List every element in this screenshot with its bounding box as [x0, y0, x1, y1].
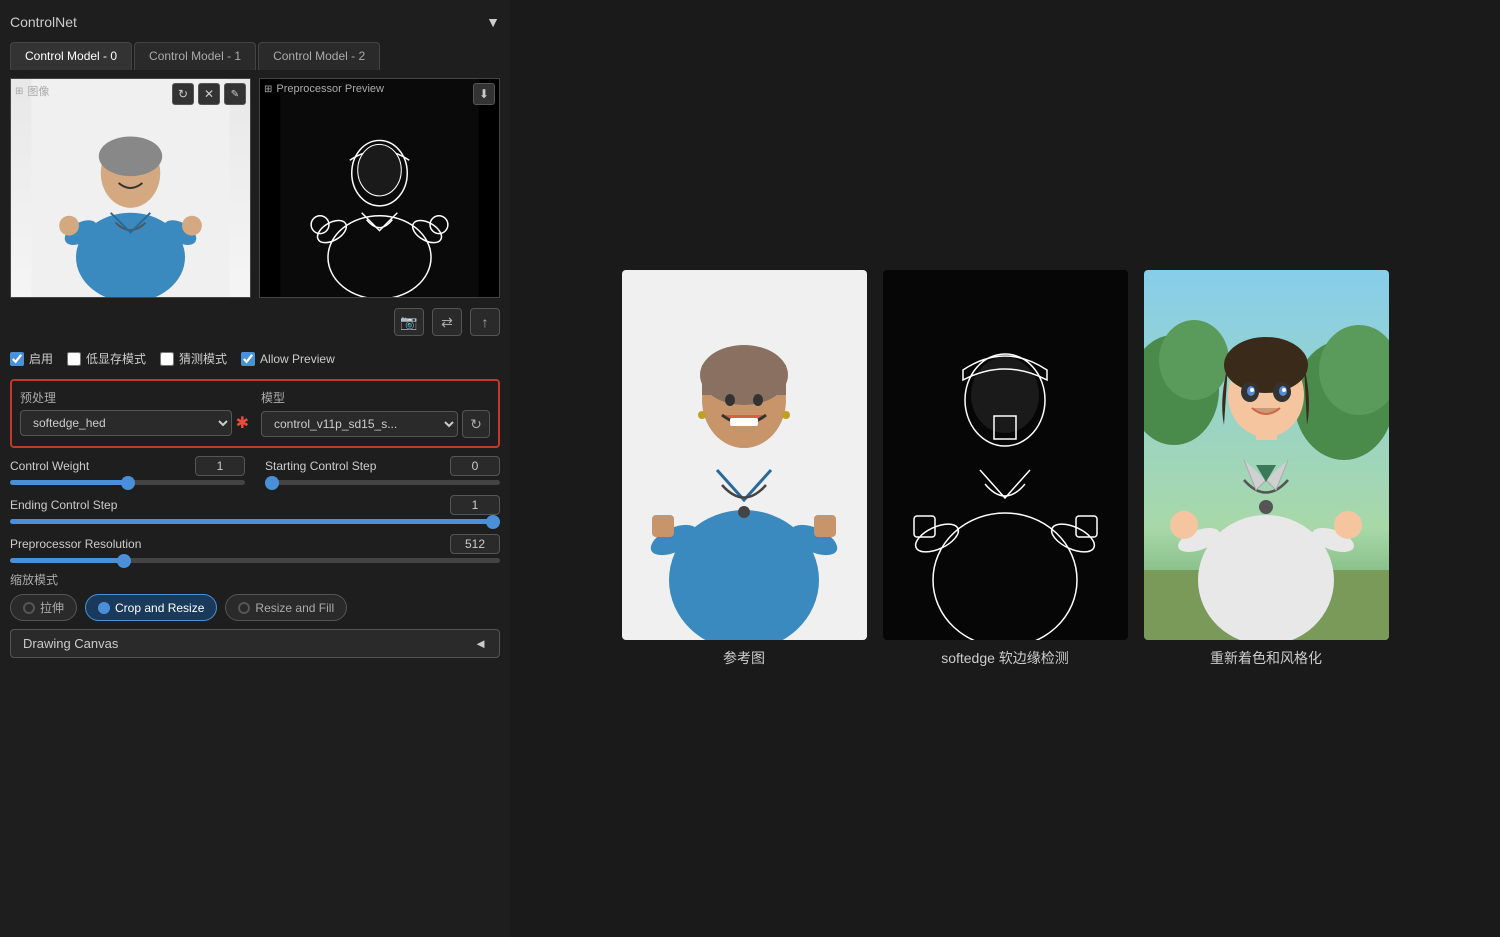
model-refresh-button[interactable]: ↻	[462, 410, 490, 438]
crop-resize-radio-dot	[98, 602, 110, 614]
preprocessor-col: 预处理 softedge_hed ✱	[20, 389, 249, 438]
scale-mode-section: 缩放模式 拉伸 Crop and Resize Resize and Fill	[10, 571, 500, 621]
right-panel: 参考图	[510, 0, 1500, 937]
images-row: ⊞ 图像 ↻ ✕ ✎	[10, 78, 500, 298]
control-weight-slider[interactable]	[10, 480, 245, 485]
allow-preview-checkbox-item[interactable]: Allow Preview	[241, 352, 335, 366]
drawing-canvas-label: Drawing Canvas	[23, 636, 118, 651]
enable-checkbox-item[interactable]: 启用	[10, 350, 53, 367]
control-weight-label: Control Weight	[10, 459, 89, 473]
checkboxes-row: 启用 低显存模式 猜测模式 Allow Preview	[10, 346, 500, 371]
tab-control-model-0[interactable]: Control Model - 0	[10, 42, 132, 70]
starting-step-value: 0	[450, 456, 500, 476]
gallery-item-2: 重新着色和风格化	[1144, 270, 1389, 668]
scale-resize-fill-option[interactable]: Resize and Fill	[225, 594, 347, 621]
preprocessor-model-box: 预处理 softedge_hed ✱ 模型 control_v11p_sd15_…	[10, 379, 500, 448]
gallery-image-1	[883, 270, 1128, 640]
stretch-label: 拉伸	[40, 599, 64, 616]
tab-control-model-2[interactable]: Control Model - 2	[258, 42, 380, 70]
refresh-input-button[interactable]: ↻	[172, 83, 194, 105]
control-weight-header: Control Weight 1	[10, 456, 245, 476]
scale-mode-radio-group: 拉伸 Crop and Resize Resize and Fill	[10, 594, 500, 621]
preview-label: ⊞ Preprocessor Preview	[264, 83, 384, 95]
left-panel: ControlNet ▼ Control Model - 0 Control M…	[0, 0, 510, 937]
download-button[interactable]: ⬇	[473, 83, 495, 105]
enable-checkbox[interactable]	[10, 352, 24, 366]
gallery-caption-1: softedge 软边缘检测	[941, 648, 1069, 668]
camera-button[interactable]: 📷	[394, 308, 424, 336]
model-label: 模型	[261, 389, 490, 406]
starting-step-slider[interactable]	[265, 480, 500, 485]
starting-step-label: Starting Control Step	[265, 459, 376, 473]
preprocessor-label: 预处理	[20, 389, 249, 406]
resize-fill-label: Resize and Fill	[255, 601, 334, 615]
fire-icon: ✱	[236, 413, 249, 433]
gallery-caption-0: 参考图	[723, 648, 765, 668]
low-vram-checkbox[interactable]	[67, 352, 81, 366]
pm-row: 预处理 softedge_hed ✱ 模型 control_v11p_sd15_…	[20, 389, 490, 438]
ending-step-slider[interactable]	[10, 519, 500, 524]
gallery-image-0	[622, 270, 867, 640]
gallery-image-2	[1144, 270, 1389, 640]
action-row: 📷 ⇄ ↑	[10, 306, 500, 338]
collapse-icon[interactable]: ▼	[486, 14, 500, 30]
preprocessor-select[interactable]: softedge_hed	[20, 410, 232, 436]
guess-mode-checkbox-item[interactable]: 猜测模式	[160, 350, 227, 367]
crop-resize-label: Crop and Resize	[115, 601, 204, 615]
scale-stretch-option[interactable]: 拉伸	[10, 594, 77, 621]
preprocessor-res-row: Preprocessor Resolution 512	[10, 534, 500, 563]
swap-button[interactable]: ⇄	[432, 308, 462, 336]
preprocessor-res-slider[interactable]	[10, 558, 500, 563]
dual-slider-row: Control Weight 1 Starting Control Step 0	[10, 456, 500, 485]
input-image-label: ⊞ 图像	[15, 83, 49, 99]
preprocessor-preview-box: ⊞ Preprocessor Preview ⬇	[259, 78, 500, 298]
guess-mode-label: 猜测模式	[179, 350, 227, 367]
resize-fill-radio-dot	[238, 602, 250, 614]
stretch-radio-dot	[23, 602, 35, 614]
ending-step-row: Ending Control Step 1	[10, 495, 500, 524]
ending-step-header: Ending Control Step 1	[10, 495, 500, 515]
drawing-canvas-row[interactable]: Drawing Canvas ◄	[10, 629, 500, 658]
panel-header: ControlNet ▼	[10, 10, 500, 34]
model-select-row: control_v11p_sd15_s... ↻	[261, 410, 490, 438]
ending-step-label: Ending Control Step	[10, 498, 117, 512]
panel-title: ControlNet	[10, 14, 77, 30]
close-input-button[interactable]: ✕	[198, 83, 220, 105]
gallery-item-0: 参考图	[622, 270, 867, 668]
preprocessor-res-label: Preprocessor Resolution	[10, 537, 141, 551]
low-vram-label: 低显存模式	[86, 350, 146, 367]
enable-label: 启用	[29, 350, 53, 367]
low-vram-checkbox-item[interactable]: 低显存模式	[67, 350, 146, 367]
tab-control-model-1[interactable]: Control Model - 1	[134, 42, 256, 70]
starting-step-header: Starting Control Step 0	[265, 456, 500, 476]
input-image-box: ⊞ 图像 ↻ ✕ ✎	[10, 78, 251, 298]
allow-preview-label: Allow Preview	[260, 352, 335, 366]
preprocessor-res-header: Preprocessor Resolution 512	[10, 534, 500, 554]
guess-mode-checkbox[interactable]	[160, 352, 174, 366]
allow-preview-checkbox[interactable]	[241, 352, 255, 366]
drawing-canvas-icon: ◄	[474, 636, 487, 651]
gallery-item-1: softedge 软边缘检测	[883, 270, 1128, 668]
edit-input-button[interactable]: ✎	[224, 83, 246, 105]
nurse-photo	[11, 79, 250, 297]
scale-mode-label: 缩放模式	[10, 571, 500, 588]
edge-detection-preview	[260, 79, 499, 297]
gallery-row: 参考图	[530, 270, 1480, 668]
tabs-container: Control Model - 0 Control Model - 1 Cont…	[10, 42, 500, 70]
preprocessor-res-value: 512	[450, 534, 500, 554]
control-weight-col: Control Weight 1	[10, 456, 245, 485]
scale-crop-resize-option[interactable]: Crop and Resize	[85, 594, 217, 621]
sliders-section: Control Weight 1 Starting Control Step 0…	[10, 456, 500, 563]
ending-step-value: 1	[450, 495, 500, 515]
starting-step-col: Starting Control Step 0	[265, 456, 500, 485]
control-weight-value: 1	[195, 456, 245, 476]
gallery-caption-2: 重新着色和风格化	[1210, 648, 1322, 668]
preprocessor-select-row: softedge_hed ✱	[20, 410, 249, 436]
model-col: 模型 control_v11p_sd15_s... ↻	[261, 389, 490, 438]
upload-button[interactable]: ↑	[470, 308, 500, 336]
model-select[interactable]: control_v11p_sd15_s...	[261, 411, 458, 437]
input-image-controls: ↻ ✕ ✎	[172, 83, 246, 105]
